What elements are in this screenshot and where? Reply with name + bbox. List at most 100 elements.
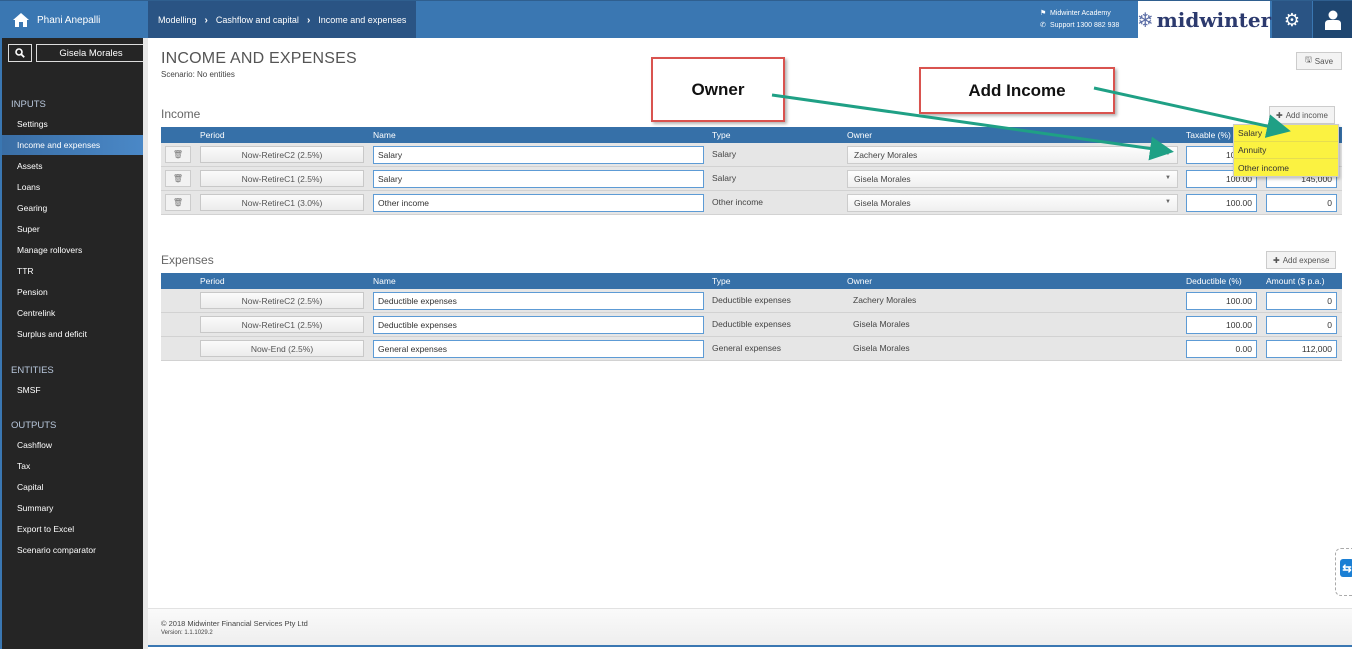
type-text: General expenses [712, 343, 781, 353]
plus-icon: ✚ [1276, 110, 1283, 120]
sidebar-item-income-and-expenses[interactable]: Income and expenses [2, 135, 143, 155]
arrow-left-icon: ⇆ [1340, 559, 1352, 577]
breadcrumb-item[interactable]: Cashflow and capital [216, 15, 299, 25]
delete-button[interactable]: 🗑 [165, 170, 191, 187]
chevron-right-icon: › [306, 14, 311, 26]
sidebar-item-gearing[interactable]: Gearing [2, 198, 143, 218]
amount-input[interactable]: 0 [1266, 316, 1337, 334]
period-button[interactable]: Now-RetireC1 (3.0%) [200, 194, 364, 211]
col-owner: Owner [847, 276, 873, 286]
sidebar-item-scenario-comparator[interactable]: Scenario comparator [2, 540, 143, 560]
type-text: Deductible expenses [712, 319, 791, 329]
income-section-title: Income [161, 107, 201, 121]
remote-support-widget[interactable]: ⇆ [1335, 548, 1352, 596]
type-text: Salary [712, 173, 737, 183]
floppy-disk-icon: 🖫 [1304, 55, 1312, 64]
owner-value: Gisela Morales [854, 174, 911, 184]
save-label: Save [1314, 56, 1334, 66]
support-phone: ✆ Support 1300 882 938 [1040, 20, 1119, 32]
add-income-button[interactable]: ✚ Add income [1269, 106, 1335, 124]
trash-icon: 🗑 [172, 150, 184, 159]
client-search-button[interactable] [8, 44, 32, 62]
menu-item-annuity[interactable]: Annuity [1234, 142, 1338, 159]
breadcrumb-item[interactable]: Modelling [158, 15, 197, 25]
add-income-menu: Salary Annuity Other income [1233, 124, 1339, 177]
user-home-link[interactable]: Phani Anepalli [0, 1, 148, 39]
sidebar-item-cashflow[interactable]: Cashflow [2, 435, 143, 455]
amount-input[interactable]: 0 [1266, 292, 1337, 310]
period-button[interactable]: Now-RetireC2 (2.5%) [200, 146, 364, 163]
taxable-input[interactable]: 100.00 [1186, 194, 1257, 212]
income-table-header: Period Name Type Owner Taxable (%) Amoun… [161, 127, 1342, 143]
name-input[interactable]: Other income [373, 194, 704, 212]
owner-value: Gisela Morales [854, 198, 911, 208]
user-name: Phani Anepalli [37, 14, 101, 26]
table-row: 🗑 Now-RetireC1 (2.5%) Salary Salary Gise… [161, 167, 1342, 191]
period-button[interactable]: Now-RetireC2 (2.5%) [200, 292, 364, 309]
name-input[interactable]: Deductible expenses [373, 292, 704, 310]
brand-logo: ❄ midwinter [1136, 1, 1271, 39]
snowflake-icon: ❄ [1136, 8, 1154, 32]
caret-down-icon: ▼ [1165, 175, 1171, 181]
table-row: Now-RetireC1 (2.5%) Deductible expenses … [161, 313, 1342, 337]
period-button[interactable]: Now-RetireC1 (2.5%) [200, 170, 364, 187]
sidebar-item-super[interactable]: Super [2, 219, 143, 239]
col-deductible: Deductible (%) [1186, 276, 1242, 286]
sidebar-item-settings[interactable]: Settings [2, 114, 143, 134]
name-input[interactable]: Salary [373, 170, 704, 188]
plus-icon: ✚ [1273, 255, 1280, 265]
top-bar: Phani Anepalli Modelling › Cashflow and … [0, 0, 1352, 39]
delete-button[interactable]: 🗑 [165, 146, 191, 163]
col-amount: Amount ($ p.a.) [1266, 276, 1325, 286]
user-profile-button[interactable] [1313, 1, 1352, 39]
owner-select[interactable]: Gisela Morales ▼ [847, 170, 1178, 188]
add-expense-button[interactable]: ✚ Add expense [1266, 251, 1337, 269]
period-button[interactable]: Now-End (2.5%) [200, 340, 364, 357]
deductible-input[interactable]: 0.00 [1186, 340, 1257, 358]
sidebar-item-export-to-excel[interactable]: Export to Excel [2, 519, 143, 539]
name-input[interactable]: Salary [373, 146, 704, 164]
settings-button[interactable]: ⚙ [1272, 1, 1312, 39]
deductible-input[interactable]: 100.00 [1186, 316, 1257, 334]
menu-item-other-income[interactable]: Other income [1234, 159, 1338, 176]
col-name: Name [373, 276, 396, 286]
caret-down-icon: ▼ [1165, 199, 1171, 205]
period-button[interactable]: Now-RetireC1 (2.5%) [200, 316, 364, 333]
col-type: Type [712, 130, 731, 140]
sidebar-item-smsf[interactable]: SMSF [2, 380, 143, 400]
academy-link[interactable]: ⚑ Midwinter Academy [1040, 8, 1119, 20]
deductible-input[interactable]: 100.00 [1186, 292, 1257, 310]
sidebar-item-loans[interactable]: Loans [2, 177, 143, 197]
name-input[interactable]: Deductible expenses [373, 316, 704, 334]
save-button[interactable]: 🖫 Save [1296, 52, 1342, 70]
user-icon [1324, 10, 1341, 30]
sidebar-item-capital[interactable]: Capital [2, 477, 143, 497]
delete-button[interactable]: 🗑 [165, 194, 191, 211]
amount-input[interactable]: 112,000 [1266, 340, 1337, 358]
amount-input[interactable]: 0 [1266, 194, 1337, 212]
owner-value: Zachery Morales [854, 150, 918, 160]
sidebar-item-manage-rollovers[interactable]: Manage rollovers [2, 240, 143, 260]
owner-select[interactable]: Zachery Morales ▼ [847, 146, 1178, 164]
income-table: Period Name Type Owner Taxable (%) Amoun… [161, 127, 1342, 215]
col-owner: Owner [847, 130, 873, 140]
sidebar-item-pension[interactable]: Pension [2, 282, 143, 302]
owner-select[interactable]: Gisela Morales ▼ [847, 194, 1178, 212]
sidebar-item-summary[interactable]: Summary [2, 498, 143, 518]
expenses-section-title: Expenses [161, 253, 214, 267]
support-links: ⚑ Midwinter Academy ✆ Support 1300 882 938 [1040, 8, 1119, 32]
academy-label: Midwinter Academy [1050, 10, 1111, 17]
owner-callout: Owner [651, 57, 785, 122]
menu-item-salary[interactable]: Salary [1234, 125, 1338, 142]
breadcrumb-item[interactable]: Income and expenses [318, 15, 406, 25]
sidebar-item-tax[interactable]: Tax [2, 456, 143, 476]
expenses-table: Period Name Type Owner Deductible (%) Am… [161, 273, 1342, 361]
sidebar-item-assets[interactable]: Assets [2, 156, 143, 176]
sidebar-item-centrelink[interactable]: Centrelink [2, 303, 143, 323]
name-input[interactable]: General expenses [373, 340, 704, 358]
version: Version: 1.1.1029.2 [161, 630, 213, 636]
owner-text: Gisela Morales [853, 343, 910, 353]
sidebar-item-ttr[interactable]: TTR [2, 261, 143, 281]
client-name[interactable]: Gisela Morales [36, 44, 146, 62]
sidebar-item-surplus-and-deficit[interactable]: Surplus and deficit [2, 324, 143, 344]
